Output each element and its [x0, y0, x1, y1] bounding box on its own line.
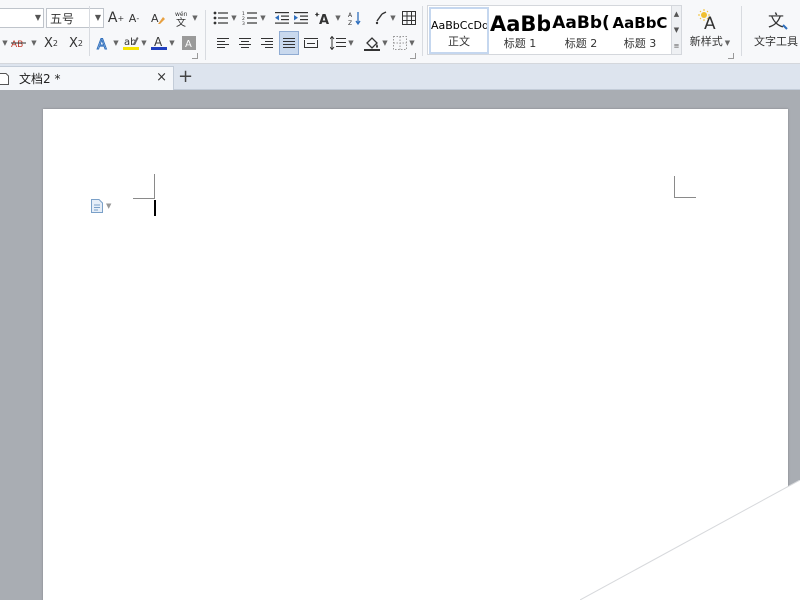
- paragraph-dialog-launcher[interactable]: [410, 53, 416, 59]
- document-tab[interactable]: 文档2 * ×: [0, 66, 174, 90]
- align-right-icon[interactable]: [258, 31, 276, 55]
- style-label: 正文: [448, 35, 470, 48]
- separator: [89, 6, 90, 56]
- new-style-icon: A: [698, 9, 716, 31]
- svg-text:A: A: [319, 13, 329, 26]
- style-heading-1[interactable]: AaBb 标题 1: [490, 7, 550, 54]
- clear-format-icon[interactable]: A: [148, 6, 166, 30]
- styles-dialog-launcher[interactable]: [728, 53, 734, 59]
- scroll-down-icon[interactable]: ▼: [672, 22, 681, 38]
- close-icon[interactable]: ×: [156, 70, 167, 85]
- document-icon: [0, 72, 9, 85]
- style-label: 标题 2: [564, 37, 598, 50]
- style-heading-2[interactable]: AaBb( 标题 2: [551, 7, 611, 54]
- highlight-icon[interactable]: ab ▼: [121, 31, 149, 55]
- superscript-icon[interactable]: X2: [41, 31, 61, 55]
- borders-icon[interactable]: ▼: [391, 31, 417, 55]
- line-spacing-icon[interactable]: ▼: [329, 31, 355, 55]
- svg-text:A: A: [348, 12, 353, 19]
- font-color-icon[interactable]: A ▼: [149, 31, 177, 55]
- strikethrough-icon[interactable]: AB ▼: [10, 31, 38, 55]
- text-tools-icon: 文: [768, 11, 788, 30]
- svg-text:A: A: [97, 37, 107, 51]
- paragraph-layout-icon[interactable]: ▼: [91, 199, 111, 213]
- svg-text:A: A: [151, 12, 159, 25]
- styles-gallery: AaBbCcDd 正文 AaBb 标题 1 AaBb( 标题 2 AaBbC 标…: [427, 5, 682, 55]
- style-heading-3[interactable]: AaBbC 标题 3: [610, 7, 670, 54]
- svg-text:文: 文: [176, 16, 186, 27]
- new-style-button[interactable]: A 新样式 ▼: [686, 6, 734, 52]
- sort-icon[interactable]: AZ: [346, 6, 364, 30]
- increase-indent-icon[interactable]: [292, 6, 310, 30]
- style-sample: AaBb: [490, 12, 550, 36]
- document-tab-bar: 文档2 * × +: [0, 64, 800, 90]
- svg-text:文: 文: [768, 11, 784, 30]
- grow-font-button[interactable]: A +: [107, 6, 125, 30]
- char-shading-icon[interactable]: A: [180, 31, 198, 55]
- shading-fill-icon[interactable]: ▼: [362, 31, 390, 55]
- page-fold-overlay: [580, 480, 800, 600]
- separator: [741, 6, 742, 56]
- decrease-indent-icon[interactable]: [273, 6, 291, 30]
- scroll-up-icon[interactable]: ▲: [672, 6, 681, 22]
- phonetic-guide-icon[interactable]: wén 文 ▼: [173, 6, 199, 30]
- ribbon-toolbar: ▼ 五号 ▼ A + A- A wén 文 ▼ ▼ 123 ▼ A ▼ A Z …: [0, 0, 800, 64]
- subscript-icon[interactable]: X2: [66, 31, 86, 55]
- style-label: 标题 3: [623, 37, 657, 50]
- text-tools-button[interactable]: 文 文字工具: [746, 6, 800, 52]
- crop-mark-top-right: [674, 176, 696, 198]
- font-name-combo[interactable]: ▼: [0, 8, 44, 28]
- text-tools-label: 文字工具: [754, 35, 798, 48]
- svg-text:wén: wén: [175, 11, 188, 18]
- align-center-icon[interactable]: [236, 31, 254, 55]
- justify-icon[interactable]: [279, 31, 299, 55]
- document-workspace: ▼: [0, 91, 800, 600]
- chevron-down-icon[interactable]: ▼: [0, 31, 8, 55]
- text-outline-icon[interactable]: A ▼: [93, 31, 121, 55]
- style-normal[interactable]: AaBbCcDd 正文: [429, 7, 489, 54]
- gallery-expand-icon[interactable]: ≡: [672, 38, 681, 54]
- crop-mark-top-left: [133, 174, 155, 199]
- font-size-value: 五号: [50, 11, 75, 26]
- separator: [422, 6, 423, 56]
- align-left-icon[interactable]: [214, 31, 232, 55]
- new-style-label: 新样式: [689, 35, 723, 48]
- document-tab-title: 文档2 *: [19, 72, 61, 86]
- svg-text:AB: AB: [11, 40, 23, 49]
- style-label: 标题 1: [503, 37, 537, 50]
- text-effect-icon[interactable]: A ▼: [314, 6, 342, 30]
- chevron-down-icon: ▼: [94, 13, 101, 22]
- numbered-list-icon[interactable]: 123 ▼: [241, 6, 267, 30]
- style-sample: AaBb(: [552, 13, 610, 33]
- svg-text:A: A: [154, 35, 163, 49]
- svg-text:Z: Z: [348, 20, 352, 26]
- bullet-list-icon[interactable]: ▼: [212, 6, 238, 30]
- separator: [205, 10, 206, 60]
- table-icon[interactable]: [400, 6, 418, 30]
- show-marks-icon[interactable]: ▼: [372, 6, 398, 30]
- shrink-font-button[interactable]: A-: [126, 6, 142, 30]
- style-sample: AaBbC: [612, 14, 668, 32]
- svg-text:3: 3: [242, 21, 245, 25]
- text-caret: [154, 200, 156, 216]
- svg-text:A: A: [185, 39, 192, 50]
- distribute-icon[interactable]: [302, 31, 320, 55]
- font-size-combo[interactable]: 五号 ▼: [46, 8, 104, 28]
- style-sample: AaBbCcDd: [431, 19, 489, 32]
- font-dialog-launcher[interactable]: [192, 53, 198, 59]
- new-tab-button[interactable]: +: [178, 66, 193, 87]
- chevron-down-icon: ▼: [34, 13, 41, 22]
- gallery-scrollbar[interactable]: ▲ ▼ ≡: [671, 6, 681, 54]
